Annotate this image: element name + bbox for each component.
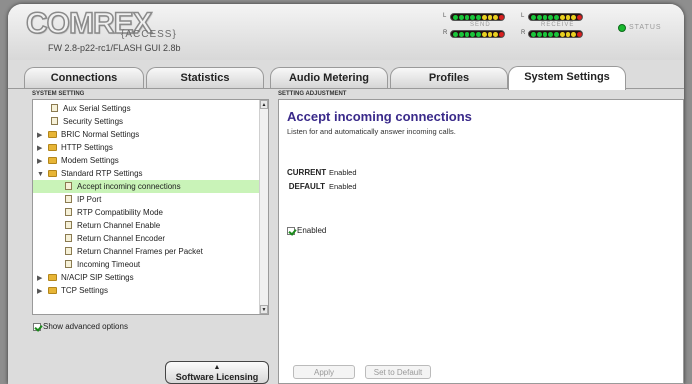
- scroll-down-icon[interactable]: ▼: [260, 305, 268, 314]
- setting-adjustment-heading: SETTING ADJUSTMENT: [278, 91, 347, 97]
- set-to-default-button[interactable]: Set to Default: [365, 365, 431, 379]
- setting-description: Listen for and automatically answer inco…: [287, 127, 456, 136]
- tree-item-aux-serial-settings[interactable]: Aux Serial Settings: [51, 102, 131, 115]
- file-icon: [65, 208, 72, 216]
- default-value-row: DEFAULT Enabled: [287, 182, 357, 191]
- tab-profiles[interactable]: Profiles: [390, 67, 508, 89]
- file-icon: [65, 195, 72, 203]
- tab-statistics[interactable]: Statistics: [146, 67, 264, 89]
- folder-icon: [48, 131, 57, 138]
- tree-item-bric-normal-settings[interactable]: ▶ BRIC Normal Settings: [37, 128, 139, 141]
- firmware-version: FW 2.8-p22-rc1/FLASH GUI 2.8b: [48, 43, 181, 53]
- send-right-meter: [450, 30, 505, 38]
- scroll-up-icon[interactable]: ▲: [260, 100, 268, 109]
- tab-audio-metering[interactable]: Audio Metering: [270, 67, 388, 89]
- receive-meter-label: RECEIVE: [541, 22, 575, 28]
- tree-item-http-settings[interactable]: ▶ HTTP Settings: [37, 141, 113, 154]
- software-licensing-button[interactable]: ▲ Software Licensing: [165, 361, 269, 384]
- app-window: COMREX {ACCESS} FW 2.8-p22-rc1/FLASH GUI…: [8, 4, 684, 384]
- settings-tree: Aux Serial Settings Security Settings ▶ B…: [32, 99, 269, 315]
- file-icon: [65, 234, 72, 242]
- receive-left-meter: [528, 13, 583, 21]
- tree-item-return-channel-frames[interactable]: Return Channel Frames per Packet: [65, 245, 203, 258]
- setting-adjustment-panel: Accept incoming connections Listen for a…: [278, 99, 684, 384]
- folder-icon: [48, 274, 57, 281]
- advanced-options-checkbox[interactable]: [33, 322, 41, 331]
- system-setting-heading: SYSTEM SETTING: [32, 91, 85, 97]
- tree-item-security-settings[interactable]: Security Settings: [51, 115, 123, 128]
- tree-item-return-channel-enable[interactable]: Return Channel Enable: [65, 219, 160, 232]
- header: COMREX {ACCESS} FW 2.8-p22-rc1/FLASH GUI…: [8, 4, 684, 60]
- file-icon: [65, 260, 72, 268]
- default-key: DEFAULT: [288, 182, 325, 191]
- send-meter-label: SEND: [470, 22, 491, 28]
- setting-title: Accept incoming connections: [287, 109, 472, 124]
- receive-right-label: R: [521, 30, 526, 36]
- file-icon: [51, 104, 58, 112]
- folder-icon: [48, 157, 57, 164]
- software-licensing-label: Software Licensing: [175, 372, 259, 382]
- tree-item-rtp-compatibility-mode[interactable]: RTP Compatibility Mode: [65, 206, 163, 219]
- folder-icon: [48, 287, 57, 294]
- show-advanced-options[interactable]: Show advanced options: [33, 322, 128, 331]
- tree-item-tcp-settings[interactable]: ▶ TCP Settings: [37, 284, 108, 297]
- apply-button[interactable]: Apply: [293, 365, 355, 379]
- tree-item-return-channel-encoder[interactable]: Return Channel Encoder: [65, 232, 165, 245]
- tab-system-settings[interactable]: System Settings: [508, 66, 626, 90]
- status-label: STATUS: [629, 24, 662, 31]
- send-left-meter: [450, 13, 505, 21]
- folder-icon: [48, 144, 57, 151]
- enabled-option[interactable]: Enabled: [287, 226, 326, 235]
- send-right-label: R: [443, 30, 448, 36]
- default-value: Enabled: [329, 182, 357, 191]
- file-icon: [51, 117, 58, 125]
- send-left-label: L: [443, 13, 447, 19]
- file-icon: [65, 221, 72, 229]
- tree-item-ip-port[interactable]: IP Port: [65, 193, 101, 206]
- status-indicator-icon: [618, 24, 626, 32]
- tree-item-modem-settings[interactable]: ▶ Modem Settings: [37, 154, 119, 167]
- current-value: Enabled: [329, 168, 357, 177]
- expand-arrow-icon[interactable]: ▶: [37, 285, 45, 298]
- receive-left-label: L: [521, 13, 525, 19]
- tab-connections[interactable]: Connections: [24, 67, 144, 89]
- enabled-checkbox[interactable]: [287, 226, 295, 235]
- arrow-up-icon: ▲: [213, 364, 221, 371]
- open-folder-icon: [48, 170, 57, 177]
- advanced-options-label: Show advanced options: [43, 322, 128, 331]
- current-value-row: CURRENT Enabled: [287, 168, 357, 177]
- tree-item-accept-incoming-connections[interactable]: Accept incoming connections: [33, 180, 259, 193]
- tree-item-incoming-timeout[interactable]: Incoming Timeout: [65, 258, 140, 271]
- file-icon: [65, 182, 72, 190]
- receive-right-meter: [528, 30, 583, 38]
- tree-item-nacip-sip-settings[interactable]: ▶ N/ACIP SIP Settings: [37, 271, 134, 284]
- tree-item-standard-rtp-settings[interactable]: ▼ Standard RTP Settings: [37, 167, 143, 180]
- tree-scrollbar[interactable]: ▲ ▼: [259, 100, 268, 314]
- file-icon: [65, 247, 72, 255]
- current-key: CURRENT: [287, 168, 327, 177]
- enabled-label: Enabled: [297, 226, 327, 235]
- access-logo-text: {ACCESS}: [121, 29, 177, 40]
